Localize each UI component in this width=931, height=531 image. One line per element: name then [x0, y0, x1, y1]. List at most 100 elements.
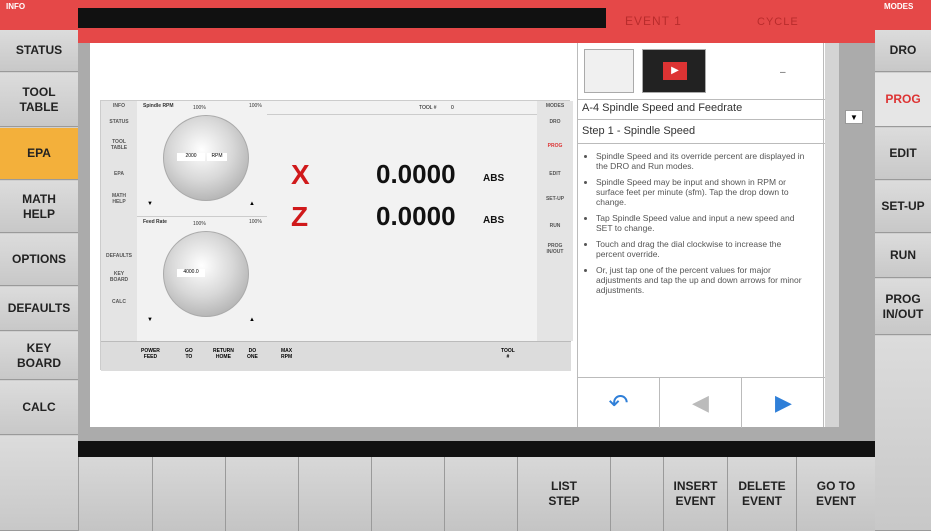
- thumbnail-1[interactable]: [584, 49, 634, 93]
- setup-button[interactable]: SET-UP: [875, 181, 931, 233]
- cycle-label: CYCLE: [757, 16, 799, 28]
- back-arrow-icon[interactable]: ↶: [578, 378, 660, 428]
- math-help-button[interactable]: MATH HELP: [0, 181, 78, 233]
- mini-calc: CALC: [112, 299, 126, 305]
- mini-setup: SET-UP: [545, 196, 565, 202]
- help-bullet: Spindle Speed may be input and shown in …: [596, 177, 810, 207]
- help-bullet: Spindle Speed and its override percent a…: [596, 151, 810, 171]
- mini-run: RUN: [549, 223, 561, 229]
- thumbnail-more: –: [780, 67, 786, 78]
- mini-epa: EPA: [114, 171, 124, 177]
- feed-label: Feed Rate: [143, 219, 167, 225]
- help-divider-1: [578, 99, 825, 100]
- softkey-4[interactable]: [298, 457, 371, 531]
- spindle-value[interactable]: 2000: [177, 153, 205, 161]
- x-axis-unit: ABS: [483, 173, 505, 184]
- tool-label: TOOL #: [419, 105, 437, 111]
- prog-inout-button[interactable]: PROG IN/OUT: [875, 279, 931, 335]
- keyboard-button[interactable]: KEY BOARD: [0, 332, 78, 380]
- z-axis-unit: ABS: [483, 215, 505, 226]
- feed-value[interactable]: 4000.0: [177, 269, 205, 277]
- left-menu-blank: [0, 436, 78, 531]
- mini-bottom-bar: POWER FEED GO TO RETURN HOME DO ONE MAX …: [101, 341, 571, 371]
- epa-button[interactable]: EPA: [0, 128, 78, 180]
- prog-button[interactable]: PROG: [875, 73, 931, 127]
- feed-up-icon[interactable]: ▲: [249, 317, 255, 323]
- softkey-5[interactable]: [371, 457, 444, 531]
- status-button[interactable]: STATUS: [0, 30, 78, 72]
- feed-dial-panel: Feed Rate 100% 100% 4000.0 ▼ ▲: [137, 216, 267, 331]
- help-step: Step 1 - Spindle Speed: [582, 125, 696, 137]
- list-step-button[interactable]: LIST STEP: [517, 457, 610, 531]
- mini-tool-num: TOOL #: [501, 348, 515, 360]
- softkey-1[interactable]: [78, 457, 152, 531]
- softkey-2[interactable]: [152, 457, 225, 531]
- goto-event-button[interactable]: GO TO EVENT: [796, 457, 875, 531]
- mini-tool-table: TOOL TABLE: [110, 139, 128, 151]
- delete-event-button[interactable]: DELETE EVENT: [727, 457, 796, 531]
- spindle-max: 100%: [249, 103, 262, 109]
- mini-do-one: DO ONE: [247, 348, 258, 360]
- mini-info: INFO: [113, 103, 125, 109]
- mini-return-home: RETURN HOME: [213, 348, 234, 360]
- help-divider-3: [578, 143, 825, 144]
- calc-button[interactable]: CALC: [0, 381, 78, 435]
- tool-row: TOOL # 0: [267, 101, 537, 115]
- status-strip: [78, 8, 606, 28]
- mini-prog-inout: PROG IN/OUT: [546, 243, 564, 255]
- edit-button[interactable]: EDIT: [875, 128, 931, 180]
- x-axis-value[interactable]: 0.0000: [376, 159, 456, 190]
- mini-status: STATUS: [109, 119, 129, 125]
- dro-button[interactable]: DRO: [875, 30, 931, 72]
- softkey-3[interactable]: [225, 457, 298, 531]
- help-divider-2: [578, 119, 825, 120]
- tool-value: 0: [451, 105, 454, 111]
- modes-tag: MODES: [884, 2, 914, 11]
- z-axis-value[interactable]: 0.0000: [376, 201, 456, 232]
- help-bullet: Tap Spindle Speed value and input a new …: [596, 213, 810, 233]
- play-icon: ▶: [663, 62, 687, 80]
- help-scrollbar[interactable]: [825, 43, 839, 427]
- dropdown-icon[interactable]: ▼: [845, 110, 863, 124]
- help-bullet: Touch and drag the dial clockwise to inc…: [596, 239, 810, 259]
- help-panel: ▶ – A-4 Spindle Speed and Feedrate Step …: [577, 43, 839, 428]
- mini-math-help: MATH HELP: [111, 193, 127, 205]
- insert-event-button[interactable]: INSERT EVENT: [663, 457, 727, 531]
- feed-down-icon[interactable]: ▼: [147, 317, 153, 323]
- right-menu-blank: [875, 336, 931, 531]
- defaults-button[interactable]: DEFAULTS: [0, 287, 78, 331]
- mini-modes: MODES: [545, 103, 565, 109]
- softkey-6[interactable]: [444, 457, 517, 531]
- options-button[interactable]: OPTIONS: [0, 234, 78, 286]
- spindle-unit[interactable]: RPM: [207, 153, 227, 161]
- mini-defaults: DEFAULTS: [105, 253, 133, 259]
- run-button[interactable]: RUN: [875, 234, 931, 278]
- spindle-label: Spindle RPM: [143, 103, 174, 109]
- right-arrow-icon[interactable]: ▶: [742, 378, 825, 428]
- mini-keyboard: KEY BOARD: [109, 271, 129, 283]
- left-arrow-icon[interactable]: ◀: [660, 378, 742, 428]
- x-axis-label: X: [291, 159, 310, 190]
- thumbnail-video[interactable]: ▶: [642, 49, 706, 93]
- spindle-dial[interactable]: [163, 115, 249, 201]
- feed-percent: 100%: [193, 221, 206, 227]
- softkey-8[interactable]: [610, 457, 663, 531]
- help-thumbnails: ▶ –: [584, 49, 786, 95]
- bottom-status-strip: [78, 441, 875, 457]
- mini-dro: DRO: [549, 119, 561, 125]
- spindle-percent: 100%: [193, 105, 206, 111]
- tool-table-button[interactable]: TOOL TABLE: [0, 73, 78, 127]
- feed-dial[interactable]: [163, 231, 249, 317]
- info-tag: INFO: [6, 2, 26, 11]
- dro-preview: INFO STATUS TOOL TABLE EPA MATH HELP DEF…: [100, 100, 573, 371]
- spindle-up-icon[interactable]: ▲: [249, 201, 255, 207]
- help-title: A-4 Spindle Speed and Feedrate: [582, 102, 743, 114]
- mini-left-menu: INFO STATUS TOOL TABLE EPA MATH HELP DEF…: [101, 101, 137, 341]
- help-nav-bar: ↶ ◀ ▶: [578, 377, 825, 428]
- mini-goto: GO TO: [185, 348, 193, 360]
- mini-edit: EDIT: [549, 171, 561, 177]
- help-bullets: Spindle Speed and its override percent a…: [578, 151, 810, 301]
- spindle-down-icon[interactable]: ▼: [147, 201, 153, 207]
- mini-max-rpm: MAX RPM: [281, 348, 293, 360]
- mini-right-menu: MODES DRO PROG EDIT SET-UP RUN PROG IN/O…: [537, 101, 573, 341]
